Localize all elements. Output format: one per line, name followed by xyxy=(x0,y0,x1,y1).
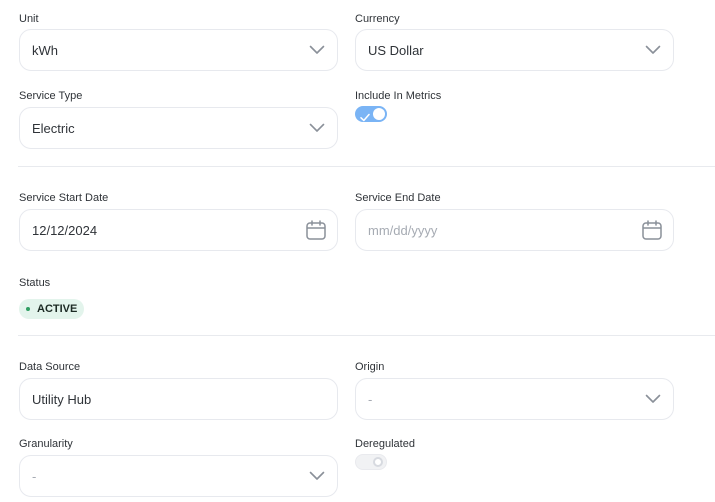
unit-select[interactable]: kWh xyxy=(19,29,338,71)
chevron-down-icon xyxy=(645,42,661,58)
toggle-knob xyxy=(373,108,385,120)
service-end-date-field[interactable] xyxy=(355,209,674,251)
include-in-metrics-toggle[interactable] xyxy=(355,106,387,122)
check-icon xyxy=(360,109,370,127)
service-start-date-field[interactable]: 12/12/2024 xyxy=(19,209,338,251)
status-badge: ACTIVE xyxy=(19,299,85,319)
toggle-knob xyxy=(373,457,383,467)
origin-select[interactable]: - xyxy=(355,378,674,420)
granularity-select[interactable]: - xyxy=(19,455,338,497)
deregulated-toggle[interactable] xyxy=(355,454,387,470)
calendar-icon[interactable] xyxy=(305,219,327,241)
service-type-value: Electric xyxy=(32,120,75,136)
granularity-label: Granularity xyxy=(19,438,73,450)
chevron-down-icon xyxy=(309,468,325,484)
service-type-select[interactable]: Electric xyxy=(19,107,338,149)
data-source-label: Data Source xyxy=(19,361,81,373)
service-start-date-value: 12/12/2024 xyxy=(32,222,98,238)
status-dot-icon xyxy=(26,307,30,311)
service-start-date-label: Service Start Date xyxy=(19,192,109,204)
include-in-metrics-label: Include In Metrics xyxy=(355,90,442,102)
service-type-label: Service Type xyxy=(19,90,83,102)
section-divider xyxy=(18,166,715,167)
granularity-value: - xyxy=(32,468,37,484)
chevron-down-icon xyxy=(645,391,661,407)
deregulated-label: Deregulated xyxy=(355,438,415,450)
unit-label: Unit xyxy=(19,13,39,25)
unit-value: kWh xyxy=(32,42,58,58)
data-source-value: Utility Hub xyxy=(32,391,92,407)
origin-label: Origin xyxy=(355,361,385,373)
service-end-date-input[interactable] xyxy=(356,209,641,251)
currency-label: Currency xyxy=(355,13,400,25)
status-label: Status xyxy=(19,277,51,289)
calendar-icon[interactable] xyxy=(641,219,663,241)
chevron-down-icon xyxy=(309,42,325,58)
currency-value: US Dollar xyxy=(368,42,424,58)
origin-value: - xyxy=(368,391,373,407)
status-value: ACTIVE xyxy=(37,303,78,315)
service-end-date-label: Service End Date xyxy=(355,192,441,204)
section-divider xyxy=(18,335,715,336)
currency-select[interactable]: US Dollar xyxy=(355,29,674,71)
data-source-field[interactable]: Utility Hub xyxy=(19,378,338,420)
chevron-down-icon xyxy=(309,120,325,136)
